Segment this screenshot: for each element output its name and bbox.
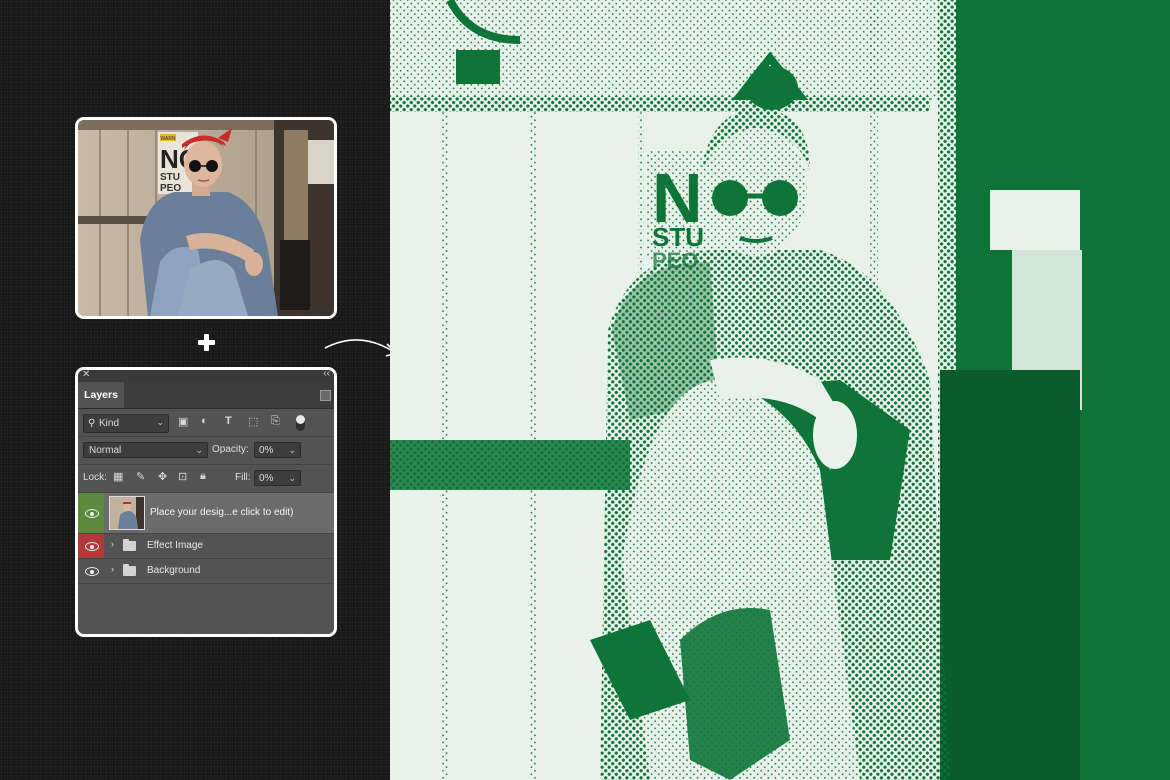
lock-transparent-icon[interactable]: ▦ [113,470,123,483]
image-filter-icon[interactable]: ▣ [178,415,188,428]
eye-icon [85,567,99,576]
adjustment-filter-icon[interactable]: ◐ [201,415,208,427]
lock-move-icon[interactable]: ✥ [158,470,167,483]
shape-filter-icon[interactable]: ⬚ [248,415,258,428]
fill-value: 0% [259,473,274,484]
blend-mode-value: Normal [89,445,122,456]
chevron-down-icon: ⌄ [156,417,164,427]
lock-all-icon[interactable]: 🔒︎ [200,470,206,483]
layer-name[interactable]: Place your desig...e click to edit) [150,507,293,518]
layer-group-effect-image[interactable]: › Effect Image [78,534,334,559]
panel-title-bar: ✕ ‹‹ [78,370,334,382]
filter-toggle[interactable] [296,415,305,431]
layer-group-background[interactable]: › Background [78,559,334,584]
panel-tab-row: Layers [78,382,334,409]
opacity-label: Opacity: [212,444,249,455]
lock-label: Lock: [83,472,107,483]
layer-name[interactable]: Background [147,565,200,576]
blend-mode-select[interactable]: Normal ⌄ [83,442,208,458]
smart-object-thumbnail [109,496,145,530]
chevron-down-icon: ⌄ [195,445,203,455]
layer-smart-object[interactable]: Place your desig...e click to edit) [78,493,334,534]
blend-row: Normal ⌄ Opacity: 0% ⌄ [78,437,334,465]
halftone-effect-preview: NO STU PEO [390,0,1170,780]
search-icon: ⚲ [88,418,96,429]
sign-line2-text: STU [160,172,180,183]
folder-icon [123,564,136,576]
lock-row: Lock: ▦ ✎ ✥ ⊡ 🔒︎ Fill: 0% ⌄ [78,465,334,493]
eye-icon [85,509,99,518]
close-panel-icon[interactable]: ✕ [82,370,90,380]
chevron-down-icon: ⌄ [288,445,296,455]
visibility-toggle[interactable] [78,493,104,533]
collapse-panel-icon[interactable]: ‹‹ [323,370,330,379]
lock-paint-icon[interactable]: ✎ [136,470,145,483]
visibility-toggle[interactable] [78,559,104,583]
filter-kind-label: Kind [99,418,120,429]
expand-chevron-icon[interactable]: › [111,539,114,549]
lock-artboard-icon[interactable]: ⊡ [178,470,187,483]
layer-name[interactable]: Effect Image [147,540,203,551]
opacity-value: 0% [259,445,274,456]
original-photo: WARN NO STU PEO [78,120,334,316]
chevron-down-icon: ⌄ [288,473,296,483]
filter-kind-select[interactable]: ⚲ Kind ⌄ [83,414,169,433]
filter-row: ⚲ Kind ⌄ ▣ ◐ T ⬚ ⎘ [78,409,334,437]
smart-object-filter-icon[interactable]: ⎘ [271,415,280,428]
original-photo-card: WARN NO STU PEO [75,117,337,319]
type-filter-icon[interactable]: T [225,415,232,427]
layers-panel: ✕ ‹‹ Layers ⚲ Kind ⌄ ▣ ◐ T ⬚ ⎘ Normal ⌄ … [75,367,337,637]
tab-layers[interactable]: Layers [78,382,124,408]
visibility-toggle[interactable] [78,534,104,558]
panel-menu-icon[interactable] [320,390,331,401]
folder-icon [123,539,136,551]
plus-icon [198,334,216,352]
eye-icon [85,542,99,551]
halftone-image: NO STU PEO [390,0,1170,780]
expand-chevron-icon[interactable]: › [111,564,114,574]
sign-warning-text: WARN [160,136,175,142]
fill-input[interactable]: 0% ⌄ [254,470,301,486]
fill-label: Fill: [235,472,251,483]
opacity-input[interactable]: 0% ⌄ [254,442,301,458]
